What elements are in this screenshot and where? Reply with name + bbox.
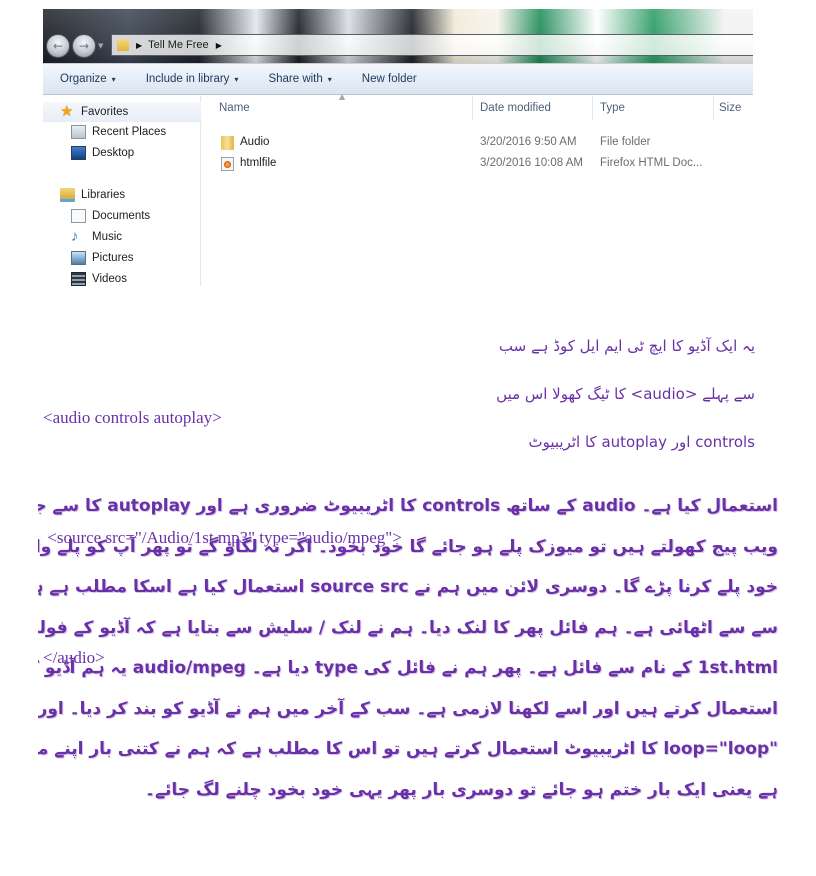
desktop-icon	[71, 146, 86, 160]
chevron-right-icon[interactable]: ▶	[136, 41, 142, 50]
sidebar-item-favorites[interactable]: ★ Favorites	[43, 102, 201, 122]
urdu-explanation-paragraph: استعمال کیا ہے۔ audio کے ساتھ controls ک…	[38, 486, 778, 810]
sidebar-item-label: Desktop	[92, 147, 135, 159]
new-folder-label: New folder	[361, 73, 417, 85]
share-with-button[interactable]: Share with ▾	[268, 73, 331, 85]
folder-icon	[221, 136, 234, 150]
paragraph-line: خود پلے کرنا پڑے گا۔ دوسری لائن میں ہم ن…	[38, 577, 778, 597]
paragraph-line: "loop="loop کا اٹریبیوٹ استعمال کرتے ہیں…	[38, 739, 778, 759]
recent-pages-dropdown[interactable]: ▼	[98, 42, 103, 50]
back-arrow-icon: ←	[52, 39, 64, 53]
sidebar-item-label: Pictures	[92, 252, 134, 264]
column-header-date-modified[interactable]: Date modified	[480, 96, 551, 120]
breadcrumb-tell-me-free[interactable]: Tell Me Free	[148, 39, 209, 51]
column-header-label: Date modified	[480, 102, 551, 114]
videos-icon	[71, 272, 86, 286]
file-type: Firefox HTML Doc...	[600, 157, 703, 169]
chevron-right-icon[interactable]: ▶	[216, 41, 222, 50]
back-button[interactable]: ←	[46, 34, 70, 58]
music-icon: ♪	[71, 228, 79, 245]
column-header-type[interactable]: Type	[600, 96, 625, 120]
column-header-label: Size	[719, 102, 742, 114]
sidebar-item-music[interactable]: ♪ Music	[71, 228, 123, 245]
forward-arrow-icon: →	[78, 39, 90, 53]
sidebar-item-videos[interactable]: Videos	[71, 272, 127, 286]
file-row-htmlfile[interactable]: htmlfile 3/20/2016 10:08 AM Firefox HTML…	[202, 154, 753, 175]
sidebar-item-label: Favorites	[81, 106, 129, 118]
sidebar-item-label: Music	[92, 231, 123, 243]
sidebar-item-documents[interactable]: Documents	[71, 209, 150, 223]
pictures-icon	[71, 251, 86, 265]
folder-icon	[117, 39, 129, 51]
navigation-pane: ★ Favorites Recent Places Desktop Librar…	[43, 96, 201, 286]
organize-label: Organize	[60, 73, 107, 85]
sidebar-item-label: Recent Places	[92, 126, 167, 138]
file-row-audio[interactable]: Audio 3/20/2016 9:50 AM File folder	[202, 133, 753, 154]
file-date-modified: 3/20/2016 9:50 AM	[480, 136, 577, 148]
column-divider[interactable]	[472, 96, 473, 120]
sidebar-item-label: Videos	[92, 273, 127, 285]
file-name: htmlfile	[240, 157, 277, 169]
organize-button[interactable]: Organize ▾	[60, 73, 116, 85]
address-bar[interactable]: ▶ Tell Me Free ▶	[111, 34, 753, 56]
include-in-library-button[interactable]: Include in library ▾	[146, 73, 239, 85]
chevron-down-icon: ▾	[327, 74, 332, 84]
column-header-label: Type	[600, 102, 625, 114]
paragraph-line: استعمال کرتے ہیں اور اسے لکھنا لازمی ہے۔…	[38, 698, 778, 719]
paragraph-line: سے سے اٹھائی ہے۔ ہم فائل پھر کا لنک دیا۔…	[38, 617, 778, 638]
share-with-label: Share with	[268, 73, 323, 85]
paragraph-line: ویب پیج کھولتے ہیں تو میوزک پلے ہو جائے …	[38, 536, 778, 557]
sort-ascending-icon: ▲	[339, 92, 346, 101]
side-note-line: یہ ایک آڈیو کا ایچ ٹی ایم ایل کوڈ ہے سب	[498, 337, 755, 355]
paragraph-line: استعمال کیا ہے۔ audio کے ساتھ controls ک…	[38, 496, 778, 516]
forward-button[interactable]: →	[72, 34, 96, 58]
code-line: <audio controls autoplay>	[43, 408, 222, 427]
file-type: File folder	[600, 136, 651, 148]
side-note-line: controls اور autoplay کا اٹریبیوٹ	[528, 433, 756, 451]
sidebar-item-libraries[interactable]: Libraries	[60, 188, 125, 202]
firefox-html-icon	[221, 157, 234, 171]
chevron-down-icon: ▼	[98, 42, 104, 50]
sidebar-item-label: Libraries	[81, 189, 126, 201]
column-header-size[interactable]: Size	[719, 96, 741, 120]
sidebar-item-recent-places[interactable]: Recent Places	[71, 125, 166, 139]
urdu-side-note: یہ ایک آڈیو کا ایچ ٹی ایم ایل کوڈ ہے سب …	[490, 322, 755, 466]
paragraph-line: ہے یعنی ایک بار ختم ہو جائے تو دوسری بار…	[145, 779, 778, 800]
column-header-label: Name	[219, 102, 250, 114]
star-icon: ★	[60, 103, 74, 120]
side-note-line: سے پہلے <audio> کا ٹیگ کھولا اس میں	[496, 385, 755, 403]
recent-places-icon	[71, 125, 86, 139]
file-explorer-window: ← → ▼ ▶ Tell Me Free ▶ Organize ▾ Includ…	[43, 9, 753, 286]
column-divider[interactable]	[713, 96, 714, 120]
column-header-name[interactable]: Name	[219, 96, 250, 120]
paragraph-line: 1st.html کے نام سے فائل ہے۔ پھر ہم نے فا…	[38, 658, 778, 678]
libraries-icon	[60, 188, 75, 202]
command-toolbar: Organize ▾ Include in library ▾ Share wi…	[43, 63, 753, 95]
file-name: Audio	[240, 136, 270, 148]
sidebar-item-desktop[interactable]: Desktop	[71, 146, 134, 160]
file-list: ▲ Name Date modified Type Size Audio 3/2…	[202, 92, 753, 286]
new-folder-button[interactable]: New folder	[362, 73, 417, 85]
documents-icon	[71, 209, 86, 223]
chevron-down-icon: ▾	[234, 74, 239, 84]
sidebar-item-label: Documents	[92, 210, 151, 222]
sidebar-item-pictures[interactable]: Pictures	[71, 251, 134, 265]
chevron-down-icon: ▾	[111, 74, 116, 84]
file-date-modified: 3/20/2016 10:08 AM	[480, 157, 583, 169]
column-divider[interactable]	[592, 96, 593, 120]
include-in-library-label: Include in library	[145, 73, 230, 85]
